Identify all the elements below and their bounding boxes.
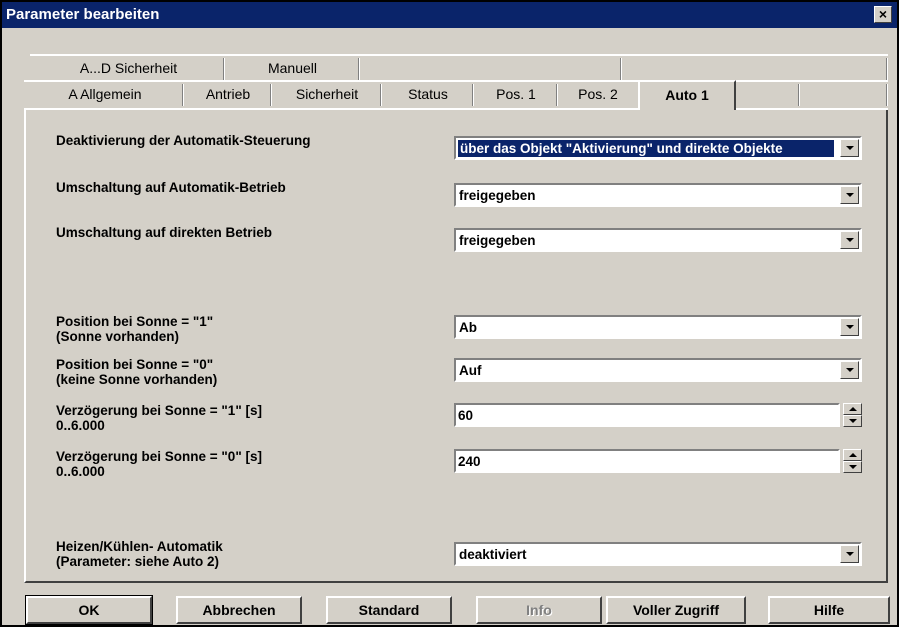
position-sonne-1-select[interactable]: Ab: [454, 315, 862, 339]
tab-label: Antrieb: [205, 86, 251, 102]
chevron-down-icon[interactable]: [840, 186, 859, 204]
spin-up-icon[interactable]: [843, 449, 862, 461]
tab-empty-front-2: [800, 82, 888, 106]
tab-antrieb[interactable]: Antrieb: [184, 82, 272, 106]
label-line: 0..6.000: [56, 418, 105, 433]
chevron-down-icon[interactable]: [840, 231, 859, 249]
parameter-dialog: Parameter bearbeiten × A...D Sicherheit …: [0, 0, 899, 627]
label-line: Position bei Sonne = "1": [56, 314, 214, 329]
tab-label: A Allgemein: [68, 86, 142, 102]
tab-label: Pos. 2: [578, 86, 618, 102]
verzoegerung-sonne-1-stepper[interactable]: 60: [454, 403, 862, 427]
verzoegerung-sonne-0-input[interactable]: 240: [454, 449, 840, 473]
tab-ad-sicherheit[interactable]: A...D Sicherheit: [32, 56, 225, 80]
verzoegerung-sonne-1-input[interactable]: 60: [454, 403, 840, 427]
spin-down-icon[interactable]: [843, 415, 862, 427]
label-line: Verzögerung bei Sonne = "0" [s]: [56, 449, 262, 464]
chevron-down-icon[interactable]: [840, 361, 859, 379]
tab-pos-2[interactable]: Pos. 2: [558, 82, 638, 106]
select-value: deaktiviert: [459, 547, 527, 562]
heizen-kuehlen-select[interactable]: deaktiviert: [454, 542, 862, 566]
label-line: (Sonne vorhanden): [56, 329, 180, 344]
chevron-down-icon[interactable]: [840, 318, 859, 336]
label-position-sonne-1: Position bei Sonne = "1" (Sonne vorhande…: [56, 314, 213, 344]
direkter-betrieb-select[interactable]: freigegeben: [454, 228, 862, 252]
tab-sicherheit[interactable]: Sicherheit: [272, 82, 382, 106]
full-access-button[interactable]: Voller Zugriff: [606, 596, 746, 624]
spin-down-icon[interactable]: [843, 461, 862, 473]
label-line: Verzögerung bei Sonne = "1" [s]: [56, 403, 262, 418]
label-position-sonne-0: Position bei Sonne = "0" (keine Sonne vo…: [56, 357, 217, 387]
close-button[interactable]: ×: [874, 6, 892, 23]
tab-label: Status: [408, 86, 448, 102]
label-line: (Parameter: siehe Auto 2): [56, 554, 220, 569]
tab-auto-1[interactable]: Auto 1: [638, 80, 736, 110]
select-value: freigegeben: [459, 188, 536, 203]
tab-manuell[interactable]: Manuell: [225, 56, 360, 80]
label-line: Position bei Sonne = "0": [56, 357, 214, 372]
label-deaktivierung: Deaktivierung der Automatik-Steuerung: [56, 133, 311, 148]
label-verzoegerung-sonne-0: Verzögerung bei Sonne = "0" [s] 0..6.000: [56, 449, 262, 479]
label-heizen-kuehlen: Heizen/Kühlen- Automatik (Parameter: sie…: [56, 539, 223, 569]
select-value: über das Objekt "Aktivierung" und direkt…: [458, 140, 834, 157]
tab-empty-front-1: [736, 82, 800, 106]
tab-status[interactable]: Status: [382, 82, 474, 106]
tab-label: Auto 1: [665, 87, 709, 103]
tab-pos-1[interactable]: Pos. 1: [474, 82, 558, 106]
chevron-down-icon[interactable]: [840, 139, 859, 157]
chevron-down-icon[interactable]: [840, 545, 859, 563]
label-verzoegerung-sonne-1: Verzögerung bei Sonne = "1" [s] 0..6.000: [56, 403, 262, 433]
help-button[interactable]: Hilfe: [768, 596, 890, 624]
position-sonne-0-select[interactable]: Auf: [454, 358, 862, 382]
select-value: Auf: [459, 363, 482, 378]
label-line: Heizen/Kühlen- Automatik: [56, 539, 223, 554]
tab-label: Sicherheit: [295, 86, 359, 102]
tab-label: Pos. 1: [496, 86, 536, 102]
spin-up-icon[interactable]: [843, 403, 862, 415]
info-button: Info: [476, 596, 602, 624]
title-bar: Parameter bearbeiten ×: [2, 2, 897, 28]
select-value: Ab: [459, 320, 477, 335]
deaktivierung-select[interactable]: über das Objekt "Aktivierung" und direkt…: [454, 136, 862, 160]
tab-empty-back-2: [622, 56, 888, 80]
close-icon: ×: [878, 6, 888, 22]
cancel-button[interactable]: Abbrechen: [176, 596, 302, 624]
select-value: freigegeben: [459, 233, 536, 248]
standard-button[interactable]: Standard: [326, 596, 452, 624]
label-direkter-betrieb: Umschaltung auf direkten Betrieb: [56, 225, 273, 240]
verzoegerung-sonne-0-stepper[interactable]: 240: [454, 449, 862, 473]
tab-allgemein[interactable]: A Allgemein: [26, 82, 184, 106]
tab-label: Manuell: [267, 60, 318, 76]
window-title: Parameter bearbeiten: [6, 6, 160, 23]
tab-empty-back-1: [360, 56, 622, 80]
tab-label: A...D Sicherheit: [79, 60, 178, 76]
automatik-betrieb-select[interactable]: freigegeben: [454, 183, 862, 207]
label-line: (keine Sonne vorhanden): [56, 372, 218, 387]
ok-button[interactable]: OK: [25, 595, 153, 625]
label-line: 0..6.000: [56, 464, 105, 479]
label-automatik-betrieb: Umschaltung auf Automatik-Betrieb: [56, 180, 286, 195]
